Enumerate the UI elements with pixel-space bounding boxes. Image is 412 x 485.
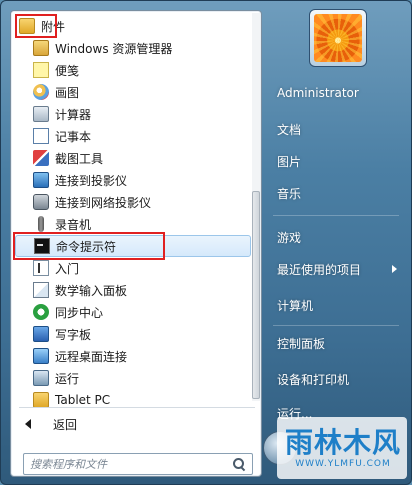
program-item-explorer[interactable]: Windows 资源管理器	[15, 37, 251, 59]
program-item-remote-desktop[interactable]: 远程桌面连接	[15, 345, 251, 367]
program-item-command-prompt[interactable]: 命令提示符	[15, 235, 251, 257]
remote-desktop-icon	[33, 348, 49, 364]
user-name: Administrator	[277, 86, 359, 100]
right-item-games[interactable]: 游戏	[269, 223, 405, 251]
program-label: 连接到网络投影仪	[55, 195, 152, 210]
folder-label: 附件	[41, 19, 66, 34]
right-item-label: 图片	[277, 154, 302, 169]
right-item-label: 最近使用的项目	[277, 262, 362, 277]
right-item-label: 计算机	[277, 298, 314, 313]
program-item-getting-started[interactable]: 入门	[15, 257, 251, 279]
search-placeholder: 搜索程序和文件	[30, 458, 107, 471]
watermark-text: 雨林木风	[284, 426, 401, 459]
wordpad-icon	[33, 326, 49, 342]
right-separator	[273, 325, 399, 326]
program-label: 命令提示符	[56, 239, 117, 254]
scrollbar-thumb[interactable]	[252, 191, 260, 399]
right-item-label: 文档	[277, 122, 302, 137]
network-projector-icon	[33, 194, 49, 210]
program-item-network-projector[interactable]: 连接到网络投影仪	[15, 191, 251, 213]
program-item-calculator[interactable]: 计算器	[15, 103, 251, 125]
program-list-scrollbar[interactable]	[252, 13, 260, 401]
folder-icon	[19, 18, 35, 34]
right-item-label: 控制面板	[277, 336, 326, 351]
program-label: 录音机	[55, 217, 92, 232]
program-item-sticky-notes[interactable]: 便笺	[15, 59, 251, 81]
program-item-projector[interactable]: 连接到投影仪	[15, 169, 251, 191]
program-item-run[interactable]: 运行	[15, 367, 251, 389]
right-item-label: 音乐	[277, 186, 302, 201]
program-label: 同步中心	[55, 305, 104, 320]
watermark-url: WWW.YLMFU.COM	[295, 459, 391, 469]
run-icon	[33, 370, 49, 386]
watermark-logo: 雨林木风 WWW.YLMFU.COM	[277, 417, 407, 479]
program-item-paint[interactable]: 画图	[15, 81, 251, 103]
command-prompt-icon	[34, 238, 50, 254]
right-item-control-panel[interactable]: 控制面板	[269, 329, 405, 357]
submenu-arrow-icon	[392, 265, 397, 273]
program-label: 数学输入面板	[55, 283, 128, 298]
avatar	[314, 14, 362, 62]
program-label: Tablet PC	[55, 393, 111, 407]
folder-accessories[interactable]: 附件	[15, 15, 251, 37]
program-label: 入门	[55, 261, 80, 276]
back-button[interactable]: 返回	[17, 413, 253, 435]
program-label: 连接到投影仪	[55, 173, 128, 188]
right-item-pictures[interactable]: 图片	[269, 147, 405, 175]
programs-pane: 附件 Windows 资源管理器 便笺 画图 计算器 记事本 截图工具 连接到投…	[10, 10, 262, 477]
right-item-computer[interactable]: 计算机	[269, 291, 405, 319]
right-item-label: 游戏	[277, 230, 302, 245]
program-label: 运行	[55, 371, 80, 386]
paint-icon	[33, 84, 49, 100]
program-label: 截图工具	[55, 151, 104, 166]
math-input-icon	[33, 282, 49, 298]
program-item-snipping-tool[interactable]: 截图工具	[15, 147, 251, 169]
program-label: Windows 资源管理器	[55, 41, 173, 56]
right-item-devices-printers[interactable]: 设备和打印机	[269, 365, 405, 393]
projector-icon	[33, 172, 49, 188]
divider	[19, 407, 255, 408]
program-item-math-input[interactable]: 数学输入面板	[15, 279, 251, 301]
sticky-notes-icon	[33, 62, 49, 78]
search-input[interactable]: 搜索程序和文件	[23, 453, 253, 475]
back-arrow-icon	[25, 419, 31, 429]
program-label: 远程桌面连接	[55, 349, 128, 364]
program-label: 画图	[55, 85, 80, 100]
right-item-recent-items[interactable]: 最近使用的项目	[269, 255, 405, 283]
right-separator	[273, 215, 399, 216]
notepad-icon	[33, 128, 49, 144]
start-menu: 附件 Windows 资源管理器 便笺 画图 计算器 记事本 截图工具 连接到投…	[0, 0, 412, 485]
program-label: 计算器	[55, 107, 92, 122]
program-list: 附件 Windows 资源管理器 便笺 画图 计算器 记事本 截图工具 连接到投…	[13, 13, 251, 408]
explorer-icon	[33, 40, 49, 56]
getting-started-icon	[33, 260, 49, 276]
program-label: 写字板	[55, 327, 92, 342]
search-icon[interactable]	[232, 457, 246, 471]
sync-center-icon	[33, 304, 49, 320]
user-name-item[interactable]: Administrator	[269, 79, 405, 107]
right-item-documents[interactable]: 文档	[269, 115, 405, 143]
folder-icon	[33, 392, 49, 408]
program-item-sound-recorder[interactable]: 录音机	[15, 213, 251, 235]
right-item-music[interactable]: 音乐	[269, 179, 405, 207]
snipping-tool-icon	[33, 150, 49, 166]
program-item-wordpad[interactable]: 写字板	[15, 323, 251, 345]
program-label: 记事本	[55, 129, 92, 144]
user-picture-frame[interactable]	[309, 9, 367, 67]
back-label: 返回	[53, 417, 78, 432]
program-item-notepad[interactable]: 记事本	[15, 125, 251, 147]
microphone-icon	[38, 216, 44, 232]
calculator-icon	[33, 106, 49, 122]
program-item-sync-center[interactable]: 同步中心	[15, 301, 251, 323]
right-item-label: 设备和打印机	[277, 372, 350, 387]
program-label: 便笺	[55, 63, 80, 78]
